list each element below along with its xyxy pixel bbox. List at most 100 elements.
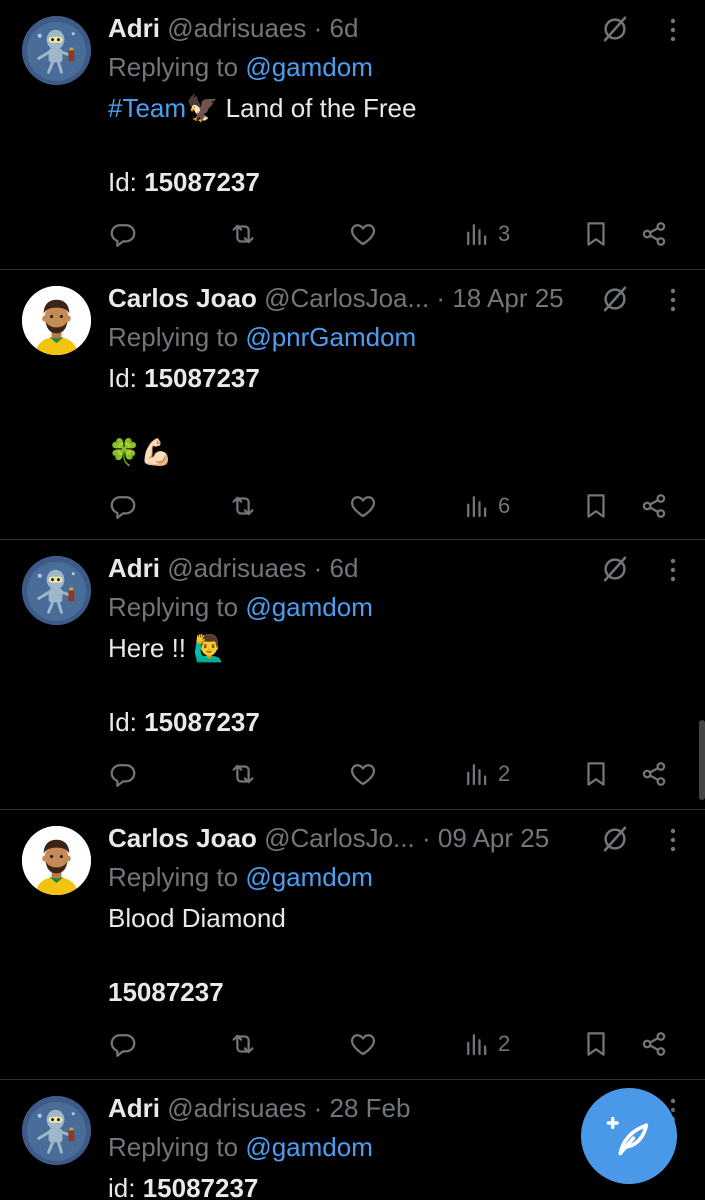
grok-icon[interactable] (600, 284, 630, 314)
timestamp[interactable]: 28 Feb (330, 1093, 411, 1123)
share-button[interactable] (639, 486, 669, 526)
like-button[interactable] (348, 214, 378, 254)
like-icon (348, 1029, 378, 1059)
scrollbar-thumb[interactable] (699, 720, 705, 800)
tweet[interactable]: Adri @adrisuaes · 6d Replying to @gamdom… (0, 540, 705, 810)
id-value: 15087237 (144, 707, 260, 737)
id-value: 15087237 (108, 977, 224, 1007)
author-handle[interactable]: @adrisuaes (167, 1093, 306, 1123)
reply-button[interactable] (108, 754, 138, 794)
retweet-button[interactable] (228, 754, 258, 794)
retweet-icon (228, 491, 258, 521)
separator-dot: · (313, 553, 323, 583)
reply-button[interactable] (108, 486, 138, 526)
avatar[interactable] (22, 1096, 91, 1165)
views-count: 2 (498, 761, 511, 786)
bookmark-button[interactable] (581, 214, 611, 254)
action-bar: 6 (0, 486, 705, 526)
mention-link[interactable]: @gamdom (245, 1132, 373, 1162)
avatar[interactable] (22, 556, 91, 625)
author-handle[interactable]: @CarlosJo... (264, 823, 415, 853)
reply-button[interactable] (108, 1024, 138, 1064)
like-icon (348, 219, 378, 249)
bookmark-icon (581, 491, 611, 521)
bookmark-icon (581, 219, 611, 249)
timestamp[interactable]: 09 Apr 25 (438, 823, 549, 853)
tweet[interactable]: Adri @adrisuaes · 6d Replying to @gamdom… (0, 0, 705, 270)
avatar[interactable] (22, 16, 91, 85)
author-name[interactable]: Carlos Joao (108, 283, 257, 313)
mention-link[interactable]: @pnrGamdom (245, 322, 416, 352)
action-bar: 2 (0, 754, 705, 794)
replying-to: Replying to @gamdom (108, 50, 373, 84)
views-button[interactable]: 3 (462, 214, 510, 254)
retweet-icon (228, 759, 258, 789)
author-handle[interactable]: @adrisuaes (167, 553, 306, 583)
share-button[interactable] (639, 214, 669, 254)
timestamp[interactable]: 6d (330, 13, 359, 43)
like-button[interactable] (348, 754, 378, 794)
reply-icon (108, 219, 138, 249)
author-name[interactable]: Adri (108, 13, 160, 43)
views-button[interactable]: 2 (462, 754, 510, 794)
bookmark-icon (581, 759, 611, 789)
retweet-button[interactable] (228, 486, 258, 526)
compose-button[interactable] (581, 1088, 677, 1184)
bookmark-button[interactable] (581, 754, 611, 794)
share-button[interactable] (639, 754, 669, 794)
more-icon[interactable] (663, 286, 683, 314)
mention-link[interactable]: @gamdom (245, 862, 373, 892)
tweet-text-body: Here !! (108, 633, 194, 663)
more-icon[interactable] (663, 826, 683, 854)
replying-to: Replying to @gamdom (108, 860, 373, 894)
grok-icon[interactable] (600, 14, 630, 44)
compose-icon (606, 1116, 649, 1156)
author-name[interactable]: Adri (108, 1093, 160, 1123)
more-icon[interactable] (663, 16, 683, 44)
grok-icon[interactable] (600, 824, 630, 854)
timestamp[interactable]: 18 Apr 25 (452, 283, 563, 313)
tweet[interactable]: Carlos Joao @CarlosJo... · 09 Apr 25 Rep… (0, 810, 705, 1080)
bookmark-button[interactable] (581, 486, 611, 526)
avatar[interactable] (22, 286, 91, 355)
reply-icon (108, 491, 138, 521)
retweet-button[interactable] (228, 214, 258, 254)
tweet-emojis: 🍀💪🏻 (108, 437, 173, 467)
replying-to-label: Replying to (108, 592, 246, 622)
like-icon (348, 759, 378, 789)
views-icon (462, 759, 492, 789)
share-button[interactable] (639, 1024, 669, 1064)
reply-icon (108, 759, 138, 789)
author-name[interactable]: Carlos Joao (108, 823, 257, 853)
action-bar: 2 (0, 1024, 705, 1064)
views-icon (462, 219, 492, 249)
views-button[interactable]: 6 (462, 486, 510, 526)
tweet-text: Blood Diamond (108, 903, 286, 933)
retweet-button[interactable] (228, 1024, 258, 1064)
bookmark-button[interactable] (581, 1024, 611, 1064)
grok-icon[interactable] (600, 554, 630, 584)
like-button[interactable] (348, 486, 378, 526)
separator-dot: · (421, 823, 431, 853)
author-handle[interactable]: @CarlosJoa... (264, 283, 429, 313)
tweet[interactable]: Carlos Joao @CarlosJoa... · 18 Apr 25 Re… (0, 270, 705, 540)
like-icon (348, 491, 378, 521)
views-count: 3 (498, 221, 511, 246)
tweet-header: Carlos Joao @CarlosJo... · 09 Apr 25 (108, 820, 595, 856)
author-handle[interactable]: @adrisuaes (167, 13, 306, 43)
hashtag-link[interactable]: #Team (108, 93, 186, 123)
tweet-header: Adri @adrisuaes · 28 Feb (108, 1090, 595, 1126)
bookmark-icon (581, 1029, 611, 1059)
author-name[interactable]: Adri (108, 553, 160, 583)
more-icon[interactable] (663, 556, 683, 584)
mention-link[interactable]: @gamdom (245, 592, 373, 622)
reply-button[interactable] (108, 214, 138, 254)
share-icon (639, 219, 669, 249)
mention-link[interactable]: @gamdom (245, 52, 373, 82)
views-button[interactable]: 2 (462, 1024, 510, 1064)
replying-to-label: Replying to (108, 52, 246, 82)
like-button[interactable] (348, 1024, 378, 1064)
avatar[interactable] (22, 826, 91, 895)
timestamp[interactable]: 6d (330, 553, 359, 583)
separator-dot: · (313, 1093, 323, 1123)
